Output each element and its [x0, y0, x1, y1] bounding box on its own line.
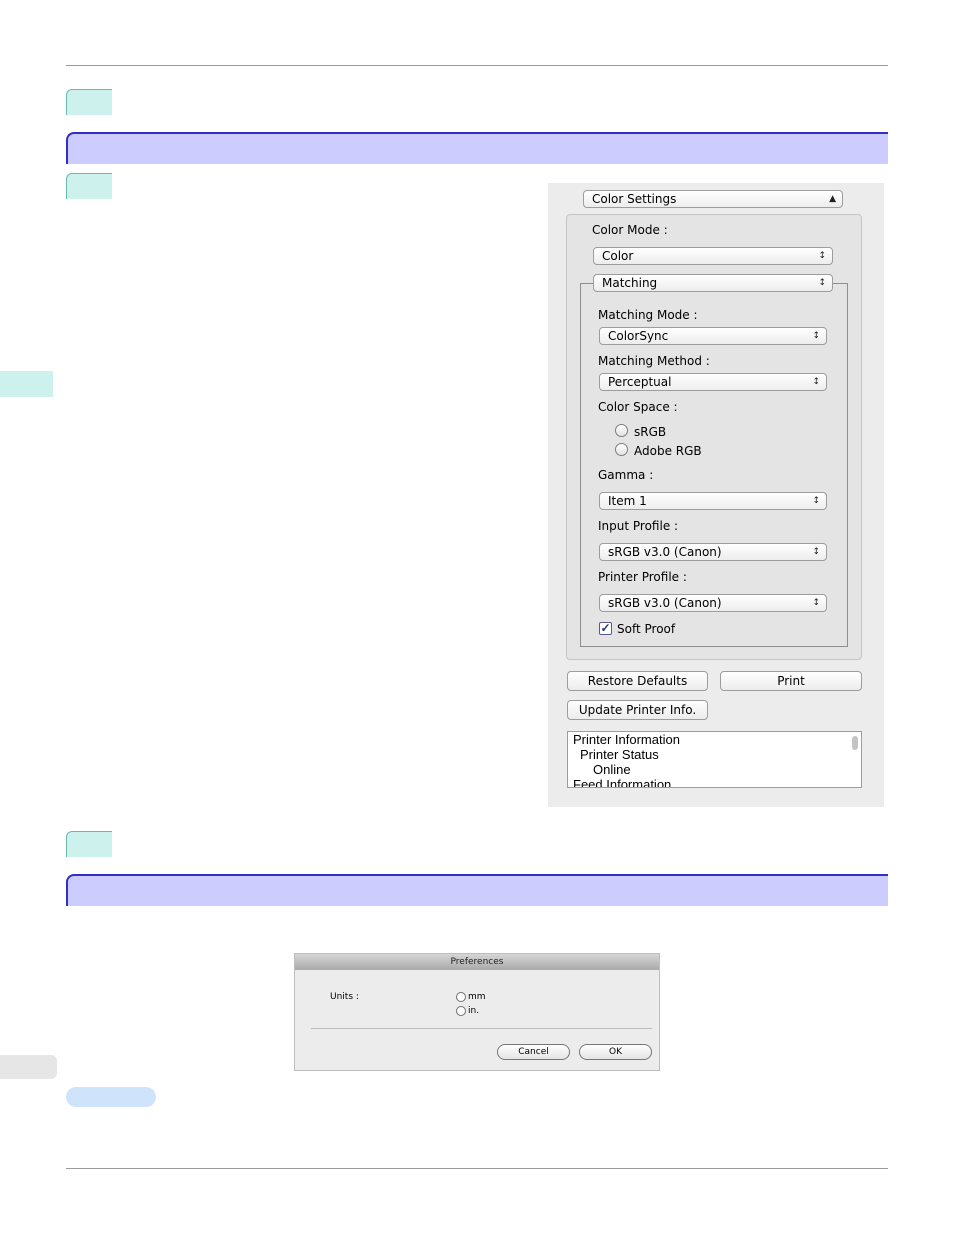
updown-arrows-icon: ↕ [812, 547, 820, 557]
preferences-dialog: Preferences Units : mm in. Cancel OK [294, 953, 660, 1071]
updown-arrows-icon: ↕ [812, 598, 820, 608]
input-profile-value: sRGB v3.0 (Canon) [608, 545, 722, 559]
section-heading-bar [66, 874, 888, 906]
note-marker [66, 1087, 156, 1107]
inch-radio[interactable] [456, 1006, 466, 1016]
matching-value: Matching [602, 276, 658, 290]
step-marker [66, 89, 112, 115]
top-rule [66, 65, 888, 66]
input-profile-select[interactable]: sRGB v3.0 (Canon) ↕ [599, 543, 827, 561]
color-mode-value: Color [602, 249, 634, 263]
gamma-select[interactable]: Item 1 ↕ [599, 492, 827, 510]
step-marker [66, 173, 112, 199]
mm-radio-label: mm [468, 992, 486, 1002]
matching-select[interactable]: Matching ↕ [593, 274, 833, 292]
updown-arrows-icon: ▲ [829, 194, 836, 204]
info-line-online: Online [593, 762, 631, 777]
matching-method-select[interactable]: Perceptual ↕ [599, 373, 827, 391]
matching-mode-value: ColorSync [608, 329, 669, 343]
cancel-button[interactable]: Cancel [497, 1044, 570, 1060]
ok-button[interactable]: OK [579, 1044, 652, 1060]
page-side-tab [0, 1055, 57, 1079]
checkmark-icon: ✓ [600, 621, 611, 635]
update-printer-info-button[interactable]: Update Printer Info. [567, 700, 708, 720]
color-space-label: Color Space : [598, 400, 678, 414]
gamma-value: Item 1 [608, 494, 647, 508]
color-mode-label: Color Mode : [592, 223, 668, 237]
updown-arrows-icon: ↕ [812, 331, 820, 341]
updown-arrows-icon: ↕ [818, 278, 826, 288]
matching-mode-select[interactable]: ColorSync ↕ [599, 327, 827, 345]
chapter-side-tab [0, 371, 53, 397]
dialog-divider [311, 1028, 652, 1029]
printer-profile-label: Printer Profile : [598, 570, 687, 584]
dialog-title: Preferences [295, 954, 659, 970]
info-line-printer-information: Printer Information [573, 732, 680, 747]
soft-proof-checkbox[interactable]: ✓ [599, 622, 612, 635]
soft-proof-label: Soft Proof [617, 622, 676, 636]
matching-method-label: Matching Method : [598, 354, 710, 368]
input-profile-label: Input Profile : [598, 519, 679, 533]
restore-defaults-button[interactable]: Restore Defaults [567, 671, 708, 691]
scrollbar-thumb[interactable] [852, 736, 858, 750]
adobe-rgb-radio[interactable] [615, 443, 628, 456]
srgb-radio[interactable] [615, 424, 628, 437]
printer-information-box[interactable]: Printer Information Printer Status Onlin… [567, 731, 862, 788]
adobe-rgb-radio-label: Adobe RGB [634, 444, 702, 458]
updown-arrows-icon: ↕ [818, 251, 826, 261]
matching-method-value: Perceptual [608, 375, 672, 389]
printer-profile-select[interactable]: sRGB v3.0 (Canon) ↕ [599, 594, 827, 612]
printer-profile-value: sRGB v3.0 (Canon) [608, 596, 722, 610]
print-button[interactable]: Print [720, 671, 862, 691]
info-line-feed-information: Feed Information [573, 777, 672, 788]
settings-category-select[interactable]: Color Settings ▲ [583, 190, 843, 208]
info-line-printer-status: Printer Status [580, 747, 659, 762]
bottom-rule [66, 1168, 888, 1169]
matching-mode-label: Matching Mode : [598, 308, 698, 322]
mm-radio[interactable] [456, 992, 466, 1002]
inch-radio-label: in. [468, 1006, 480, 1016]
section-heading-bar [66, 132, 888, 164]
updown-arrows-icon: ↕ [812, 377, 820, 387]
srgb-radio-label: sRGB [634, 425, 667, 439]
color-mode-select[interactable]: Color ↕ [593, 247, 833, 265]
step-marker [66, 831, 112, 857]
settings-category-value: Color Settings [592, 192, 677, 206]
units-label: Units : [330, 992, 359, 1002]
gamma-label: Gamma : [598, 468, 654, 482]
updown-arrows-icon: ↕ [812, 496, 820, 506]
